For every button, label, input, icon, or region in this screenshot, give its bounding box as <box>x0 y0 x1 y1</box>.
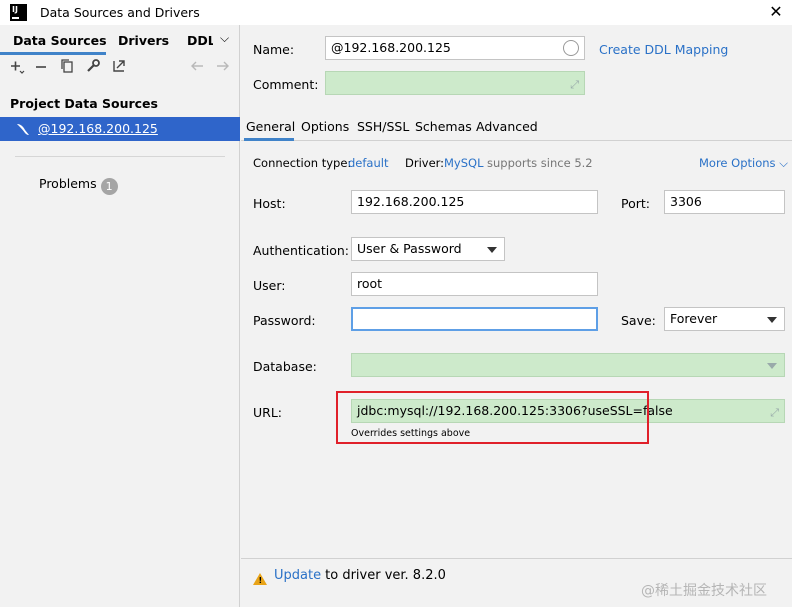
save-select[interactable]: Forever <box>664 307 785 331</box>
right-panel: Name: @192.168.200.125 Create DDL Mappin… <box>241 25 792 607</box>
tab-schemas[interactable]: Schemas <box>415 119 472 134</box>
tab-options[interactable]: Options <box>301 119 349 134</box>
port-value: 3306 <box>670 194 702 209</box>
dropdown-arrow-icon <box>487 247 497 253</box>
comment-input[interactable]: ⤢ <box>325 71 585 95</box>
close-icon[interactable]: ✕ <box>762 0 790 25</box>
jump-to-icon[interactable] <box>110 58 128 78</box>
wrench-icon[interactable] <box>84 58 102 78</box>
tab-advanced[interactable]: Advanced <box>476 119 538 134</box>
name-label: Name: <box>253 42 295 57</box>
tab-drivers[interactable]: Drivers <box>118 33 169 48</box>
create-ddl-mapping-link[interactable]: Create DDL Mapping <box>599 42 728 57</box>
left-panel: Data Sources Drivers DDL ⌵ Project Data … <box>0 25 240 607</box>
intellij-logo-icon: IJ <box>10 4 27 21</box>
password-label: Password: <box>253 313 316 328</box>
authentication-value: User & Password <box>357 241 462 256</box>
data-source-label: @192.168.200.125 <box>38 121 158 136</box>
host-label: Host: <box>253 196 286 211</box>
password-input[interactable] <box>351 307 598 331</box>
driver-label: Driver: <box>405 156 445 170</box>
driver-link[interactable]: MySQL <box>444 156 484 170</box>
color-circle-icon[interactable] <box>563 40 579 56</box>
expand-icon[interactable]: ⤢ <box>770 402 779 424</box>
dropdown-arrow-icon <box>767 363 777 369</box>
left-toolbar <box>0 58 240 80</box>
problems-item[interactable]: Problems 1 <box>39 176 118 195</box>
user-value: root <box>357 276 383 291</box>
connection-type-label: Connection type: <box>253 156 352 170</box>
database-select[interactable] <box>351 353 785 377</box>
remove-icon[interactable] <box>32 58 50 78</box>
host-value: 192.168.200.125 <box>357 194 465 209</box>
active-tab-indicator <box>244 138 294 141</box>
name-value: @192.168.200.125 <box>331 40 451 55</box>
dropdown-arrow-icon <box>767 317 777 323</box>
watermark: @稀土掘金技术社区 <box>641 583 767 599</box>
user-label: User: <box>253 278 286 293</box>
port-label: Port: <box>621 196 650 211</box>
name-input[interactable]: @192.168.200.125 <box>325 36 585 60</box>
details-tabs: General Options SSH/SSL Schemas Advanced <box>241 115 792 141</box>
footer: ! Update to driver ver. 8.2.0 @稀土掘金技术社区 <box>241 558 792 607</box>
add-icon[interactable] <box>8 58 26 78</box>
expand-icon[interactable]: ⤢ <box>570 74 579 96</box>
chevron-down-icon[interactable]: ⌵ <box>220 31 229 46</box>
window-title: Data Sources and Drivers <box>40 5 200 20</box>
active-tab-indicator <box>0 52 106 55</box>
divider <box>15 156 225 157</box>
title-bar: IJ Data Sources and Drivers ✕ <box>0 0 792 25</box>
update-driver-text: to driver ver. 8.2.0 <box>321 568 446 583</box>
forward-arrow-icon[interactable] <box>214 58 232 78</box>
left-tabs: Data Sources Drivers DDL ⌵ <box>0 25 240 55</box>
authentication-label: Authentication: <box>253 243 349 258</box>
copy-icon[interactable] <box>58 58 76 78</box>
tab-data-sources[interactable]: Data Sources <box>13 33 107 48</box>
save-label: Save: <box>621 313 656 328</box>
tab-ddl[interactable]: DDL <box>187 33 213 48</box>
save-value: Forever <box>670 311 718 326</box>
mysql-dolphin-icon <box>15 121 31 141</box>
problems-label: Problems <box>39 176 97 191</box>
comment-label: Comment: <box>253 77 319 92</box>
url-label: URL: <box>253 405 283 420</box>
port-input[interactable]: 3306 <box>664 190 785 214</box>
data-source-item[interactable]: @192.168.200.125 <box>0 117 240 141</box>
database-label: Database: <box>253 359 317 374</box>
driver-support-text: supports since 5.2 <box>487 156 593 170</box>
more-options-link[interactable]: More Options ⌵ <box>699 156 788 171</box>
update-link[interactable]: Update <box>274 568 321 583</box>
highlight-box <box>336 391 649 444</box>
authentication-select[interactable]: User & Password <box>351 237 505 261</box>
connection-type-link[interactable]: default <box>348 156 388 170</box>
section-project-data-sources: Project Data Sources <box>10 96 158 111</box>
problems-count-badge: 1 <box>100 178 118 195</box>
host-input[interactable]: 192.168.200.125 <box>351 190 598 214</box>
user-input[interactable]: root <box>351 272 598 296</box>
back-arrow-icon[interactable] <box>188 58 206 78</box>
tab-ssh-ssl[interactable]: SSH/SSL <box>357 119 409 134</box>
tab-general[interactable]: General <box>246 119 295 134</box>
